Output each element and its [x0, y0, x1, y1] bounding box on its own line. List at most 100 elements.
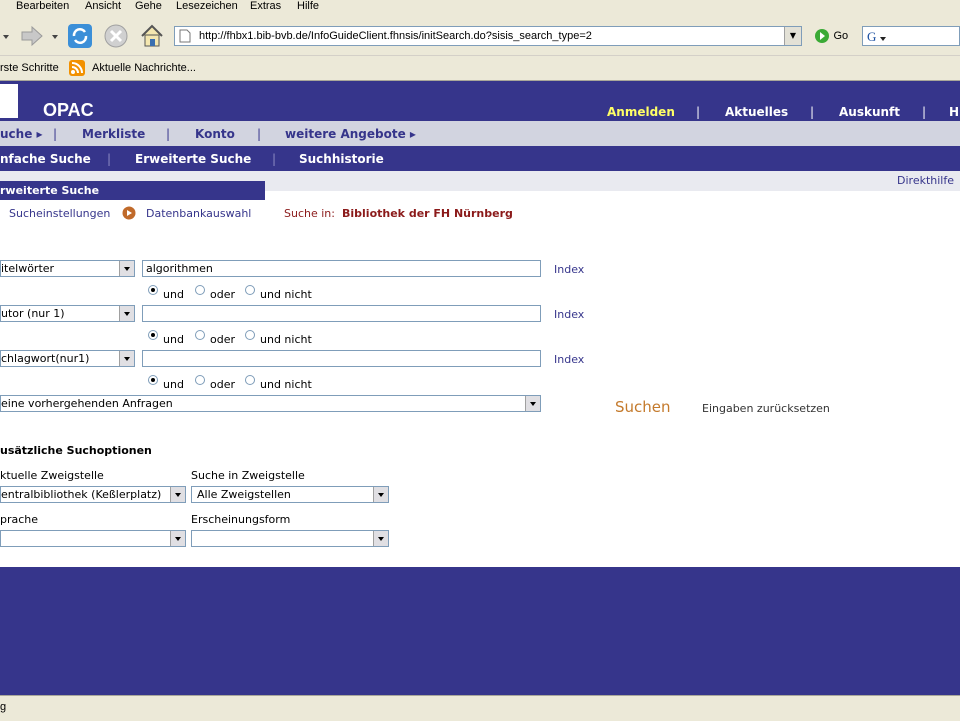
address-bar[interactable]: http://fhbx1.bib-bvb.de/InfoGuideClient.…: [174, 26, 802, 46]
radio-label-und-nicht: und nicht: [260, 333, 312, 346]
search-input-1[interactable]: algorithmen: [142, 260, 541, 277]
publication-form-label: Erscheinungsform: [191, 513, 291, 526]
search-branch-select[interactable]: Alle Zweigstellen: [191, 486, 389, 503]
radio-oder-1[interactable]: [195, 285, 205, 295]
radio-und-nicht-1[interactable]: [245, 285, 255, 295]
radio-label-und: und: [163, 288, 184, 301]
forward-icon[interactable]: [18, 22, 46, 50]
nav-separator: |: [922, 105, 927, 119]
arrow-right-icon: ▸: [409, 127, 416, 141]
go-icon: [815, 29, 829, 43]
radio-und-nicht-3[interactable]: [245, 375, 255, 385]
index-link-2[interactable]: Index: [554, 308, 584, 321]
menu-lesezeichen[interactable]: Lesezeichen: [176, 0, 238, 12]
chevron-down-icon: [525, 396, 540, 411]
chevron-down-icon: [119, 351, 134, 366]
arrow-right-icon: ▸: [36, 127, 43, 141]
language-label: prache: [0, 513, 39, 526]
menu-bearbeiten[interactable]: Bearbeiten: [16, 0, 69, 12]
radio-label-oder: oder: [210, 288, 236, 301]
radio-und-1[interactable]: [148, 285, 158, 295]
radio-label-oder: oder: [210, 333, 236, 346]
radio-oder-2[interactable]: [195, 330, 205, 340]
language-select[interactable]: [0, 530, 186, 547]
nav-separator: |: [696, 105, 701, 119]
go-button[interactable]: Go: [814, 28, 848, 44]
browser-statusbar: g: [0, 695, 960, 721]
radio-label-und-nicht: und nicht: [260, 288, 312, 301]
main-navigation: uche ▸ | Merkliste | Konto | weitere Ang…: [0, 121, 960, 146]
radio-und-3[interactable]: [148, 375, 158, 385]
nav-aktuelles[interactable]: Aktuelles: [725, 105, 788, 119]
index-link-3[interactable]: Index: [554, 353, 584, 366]
chevron-down-icon: [373, 531, 388, 546]
previous-queries-select[interactable]: eine vorhergehenden Anfragen: [0, 395, 541, 412]
publication-form-select[interactable]: [191, 530, 389, 547]
url-text: http://fhbx1.bib-bvb.de/InfoGuideClient.…: [199, 30, 592, 42]
index-link-1[interactable]: Index: [554, 263, 584, 276]
search-input-2[interactable]: [142, 305, 541, 322]
reset-button[interactable]: Eingaben zurücksetzen: [702, 402, 830, 415]
search-in-label: Suche in:: [284, 207, 335, 220]
reload-icon[interactable]: [66, 22, 94, 50]
nav-hilfe[interactable]: Hi: [949, 105, 960, 119]
page-icon: [179, 29, 191, 43]
field-select-1[interactable]: itelwörter: [0, 260, 135, 277]
bookmark-aktuelle-nachrichten[interactable]: Aktuelle Nachrichte...: [92, 62, 196, 74]
main-nav-merkliste[interactable]: Merkliste: [82, 127, 145, 141]
current-branch-select[interactable]: entralbibliothek (Keßlerplatz): [0, 486, 186, 503]
url-dropdown-button[interactable]: ▼: [784, 27, 801, 45]
chevron-down-icon: [170, 487, 185, 502]
chevron-down-icon: [170, 531, 185, 546]
nav-separator: |: [810, 105, 815, 119]
options-heading: usätzliche Suchoptionen: [0, 444, 152, 457]
menu-ansicht[interactable]: Ansicht: [85, 0, 121, 12]
tab-suchhistorie[interactable]: Suchhistorie: [299, 152, 384, 166]
search-branch-label: Suche in Zweigstelle: [191, 469, 305, 482]
page-footer: [0, 567, 960, 695]
nav-auskunft[interactable]: Auskunft: [839, 105, 900, 119]
main-nav-konto[interactable]: Konto: [195, 127, 235, 141]
home-icon[interactable]: [138, 22, 166, 50]
direkthilfe-link[interactable]: Direkthilfe: [897, 174, 954, 187]
arrow-circle-icon: [122, 206, 136, 220]
current-branch-label: ktuelle Zweigstelle: [0, 469, 104, 482]
radio-und-nicht-2[interactable]: [245, 330, 255, 340]
page-title: OPAC: [43, 100, 94, 120]
menu-hilfe[interactable]: Hilfe: [297, 0, 319, 12]
radio-label-und: und: [163, 378, 184, 391]
google-icon: G: [867, 29, 886, 43]
field-select-3[interactable]: chlagwort(nur1): [0, 350, 135, 367]
library-logo: [0, 84, 18, 118]
bookmark-erste-schritte[interactable]: rste Schritte: [0, 62, 59, 74]
rss-icon: [69, 60, 85, 76]
nav-anmelden[interactable]: Anmelden: [607, 105, 675, 119]
radio-und-2[interactable]: [148, 330, 158, 340]
search-input-3[interactable]: [142, 350, 541, 367]
nav-separator: |: [107, 152, 112, 166]
nav-separator: |: [53, 127, 58, 141]
section-title: rweiterte Suche: [0, 181, 265, 200]
main-nav-weitere-angebote[interactable]: weitere Angebote ▸: [285, 127, 416, 141]
tab-datenbankauswahl[interactable]: Datenbankauswahl: [146, 207, 251, 220]
menu-extras[interactable]: Extras: [250, 0, 281, 12]
bookmarks-toolbar: rste Schritte Aktuelle Nachrichte...: [0, 56, 960, 81]
stop-icon[interactable]: [102, 22, 130, 50]
tab-einfache-suche[interactable]: nfache Suche: [0, 152, 91, 166]
back-dropdown-icon[interactable]: [0, 22, 14, 50]
chevron-down-icon: [373, 487, 388, 502]
menu-gehe[interactable]: Gehe: [135, 0, 162, 12]
nav-separator: |: [257, 127, 262, 141]
tab-erweiterte-suche[interactable]: Erweiterte Suche: [135, 152, 251, 166]
search-button[interactable]: Suchen: [615, 398, 671, 416]
radio-oder-3[interactable]: [195, 375, 205, 385]
radio-label-und: und: [163, 333, 184, 346]
radio-label-und-nicht: und nicht: [260, 378, 312, 391]
main-nav-suche[interactable]: uche ▸: [0, 127, 43, 141]
google-search-box[interactable]: G: [862, 26, 960, 46]
forward-dropdown-icon[interactable]: [50, 22, 60, 50]
nav-separator: |: [166, 127, 171, 141]
tab-sucheinstellungen[interactable]: Sucheinstellungen: [9, 207, 110, 220]
go-label: Go: [833, 30, 849, 42]
field-select-2[interactable]: utor (nur 1): [0, 305, 135, 322]
